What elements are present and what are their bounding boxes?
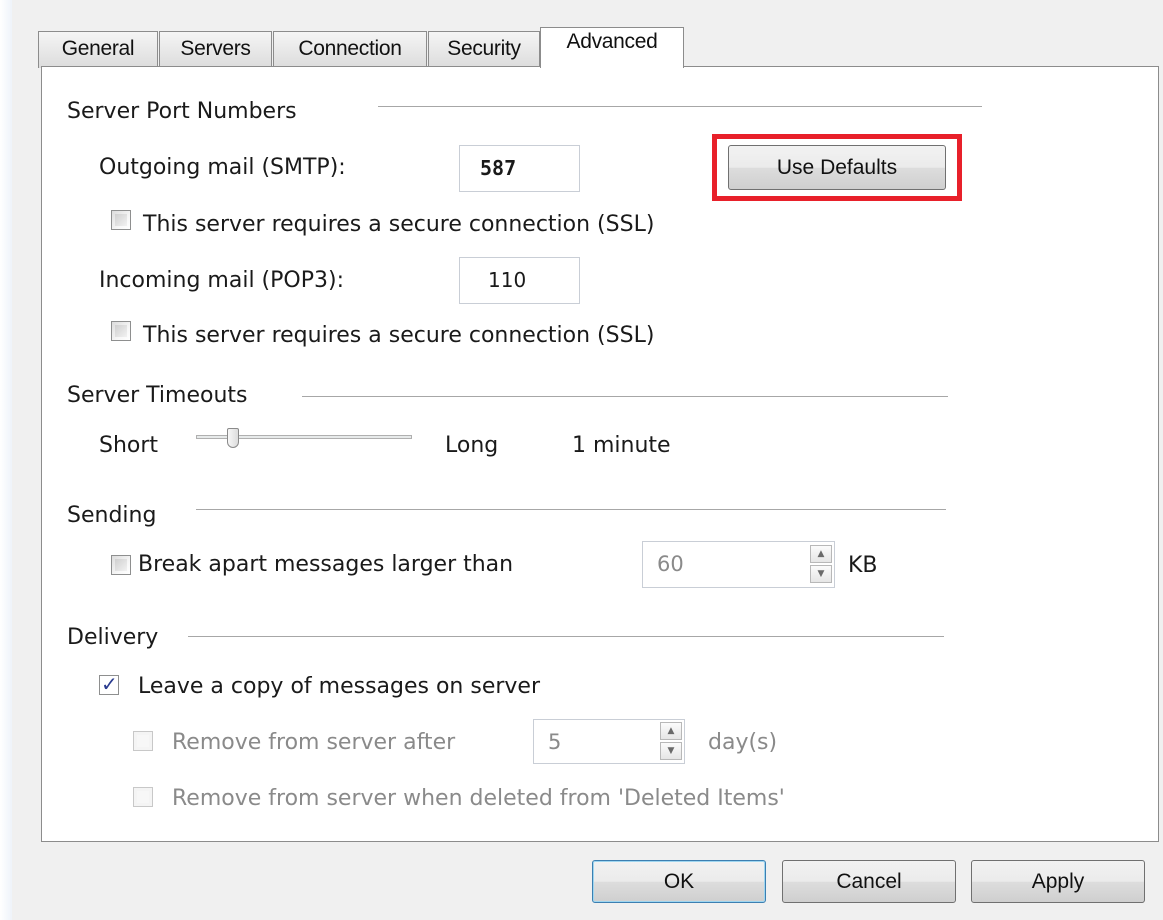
tab-security[interactable]: Security xyxy=(428,31,540,68)
outgoing-port-input[interactable]: 587 xyxy=(459,145,580,192)
remove-after-days-spinbox[interactable]: 5 ▲ ▼ xyxy=(533,719,685,764)
outgoing-ssl-checkbox[interactable] xyxy=(111,210,131,230)
leave-copy-label: Leave a copy of messages on server xyxy=(138,674,541,699)
sending-heading: Sending xyxy=(67,503,157,528)
apply-button[interactable]: Apply xyxy=(971,860,1145,903)
break-apart-checkbox[interactable] xyxy=(111,555,131,575)
remove-after-checkbox[interactable] xyxy=(133,731,153,751)
incoming-ssl-label: This server requires a secure connection… xyxy=(143,323,655,348)
break-apart-unit: KB xyxy=(848,553,878,578)
use-defaults-button[interactable]: Use Defaults xyxy=(728,145,946,190)
remove-deleted-checkbox[interactable] xyxy=(133,787,153,807)
break-apart-label: Break apart messages larger than xyxy=(138,552,514,577)
checkmark-icon: ✓ xyxy=(101,672,118,696)
server-timeouts-heading: Server Timeouts xyxy=(67,383,248,408)
spin-down-icon[interactable]: ▼ xyxy=(810,565,832,583)
tab-advanced[interactable]: Advanced xyxy=(540,27,684,68)
spin-up-icon[interactable]: ▲ xyxy=(660,722,682,740)
incoming-ssl-checkbox[interactable] xyxy=(111,321,131,341)
tab-connection[interactable]: Connection xyxy=(273,31,427,68)
tab-general[interactable]: General xyxy=(38,31,158,68)
delivery-divider xyxy=(188,636,944,637)
leave-copy-checkbox[interactable]: ✓ xyxy=(99,672,119,696)
spin-up-icon[interactable]: ▲ xyxy=(810,545,832,563)
timeout-slider-thumb[interactable] xyxy=(226,428,239,448)
timeout-long-label: Long xyxy=(445,433,499,458)
server-timeouts-divider xyxy=(302,396,948,397)
ok-button[interactable]: OK xyxy=(592,860,766,903)
remove-deleted-label: Remove from server when deleted from 'De… xyxy=(172,786,785,811)
sending-divider xyxy=(196,509,946,510)
incoming-mail-label: Incoming mail (POP3): xyxy=(99,268,344,293)
remove-after-days-value: 5 xyxy=(548,730,562,754)
cancel-button[interactable]: Cancel xyxy=(782,860,956,903)
timeout-short-label: Short xyxy=(99,433,159,458)
server-port-numbers-divider xyxy=(378,106,982,107)
break-apart-size-value: 60 xyxy=(657,552,684,576)
break-apart-size-spinbox[interactable]: 60 ▲ ▼ xyxy=(642,541,835,588)
outgoing-mail-label: Outgoing mail (SMTP): xyxy=(99,155,346,180)
server-port-numbers-heading: Server Port Numbers xyxy=(67,99,297,124)
account-properties-dialog: General Servers Connection Security Adva… xyxy=(0,0,1163,920)
remove-after-label: Remove from server after xyxy=(172,730,456,755)
timeout-value-text: 1 minute xyxy=(572,433,671,458)
incoming-port-input[interactable]: 110 xyxy=(459,257,580,304)
remove-after-days-unit: day(s) xyxy=(708,730,778,755)
outgoing-ssl-label: This server requires a secure connection… xyxy=(143,212,655,237)
spin-down-icon[interactable]: ▼ xyxy=(660,742,682,760)
delivery-heading: Delivery xyxy=(67,625,159,650)
tab-servers[interactable]: Servers xyxy=(159,31,272,68)
